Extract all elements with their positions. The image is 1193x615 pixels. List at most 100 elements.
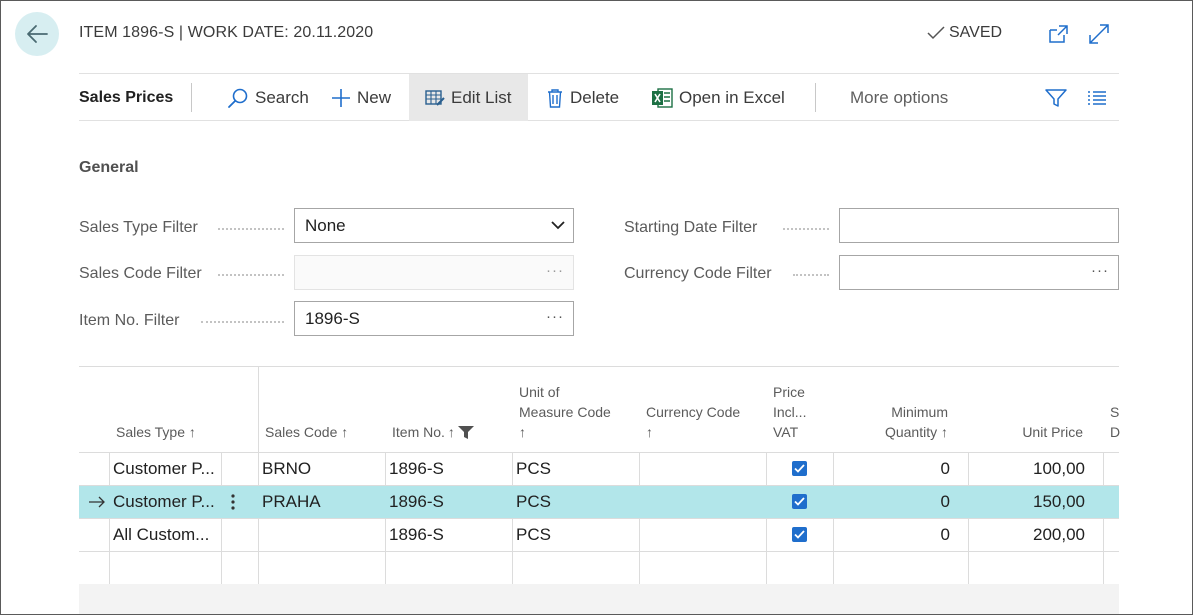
unit-price-cell[interactable]: 200,00	[974, 519, 1085, 551]
currency-code-filter-label: Currency Code Filter	[624, 265, 772, 282]
price-incl-vat-checkbox[interactable]	[792, 527, 807, 542]
expand-icon	[1089, 24, 1109, 44]
sales-prices-grid: Sales Type ↑ Sales Code ↑ Item No. ↑ Uni…	[79, 366, 1120, 614]
table-row-empty[interactable]	[79, 551, 1119, 584]
row-indicator-arrow-icon	[88, 486, 108, 518]
unit-price-cell[interactable]: 100,00	[974, 453, 1085, 485]
column-header-label: Price	[773, 384, 805, 400]
checkmark-icon	[927, 26, 945, 40]
sales-code-cell[interactable]	[262, 519, 382, 551]
table-row[interactable]: All Custom... 1896-S PCS 0 200,00	[79, 518, 1119, 551]
separator	[191, 83, 192, 112]
starting-date-filter-field[interactable]	[839, 208, 1119, 243]
item-no-cell[interactable]: 1896-S	[389, 453, 509, 485]
list-view-button[interactable]	[1087, 74, 1107, 121]
row-menu-button[interactable]	[230, 486, 250, 518]
item-no-cell[interactable]: 1896-S	[389, 519, 509, 551]
lookup-ellipsis-icon[interactable]: ···	[546, 262, 564, 279]
checkmark-icon	[794, 497, 805, 506]
column-header-label: Measure Code	[519, 404, 611, 420]
min-qty-cell[interactable]: 0	[839, 453, 950, 485]
sales-type-cell[interactable]: All Custom...	[113, 519, 219, 551]
currency-cell[interactable]	[643, 486, 763, 518]
sales-code-filter-field[interactable]: ···	[294, 255, 574, 290]
column-header-currency-code[interactable]: Currency Code ↑	[646, 402, 740, 442]
delete-button[interactable]: Delete	[546, 74, 619, 121]
column-header-label: Sales Code	[265, 424, 338, 440]
sales-code-cell[interactable]: BRNO	[262, 453, 382, 485]
expand-button[interactable]	[1086, 21, 1112, 47]
search-button[interactable]: Search	[227, 74, 309, 121]
lookup-ellipsis-icon[interactable]: ···	[546, 308, 564, 325]
currency-code-filter-field[interactable]: ···	[839, 255, 1119, 290]
currency-cell[interactable]	[643, 519, 763, 551]
leader-dots	[201, 321, 284, 323]
sales-type-cell[interactable]: Customer P...	[113, 486, 219, 518]
column-header-label: D	[1110, 424, 1121, 440]
currency-cell[interactable]	[643, 453, 763, 485]
item-no-filter-field[interactable]: 1896-S ···	[294, 301, 574, 336]
excel-icon	[652, 87, 673, 108]
lookup-ellipsis-icon[interactable]: ···	[1091, 262, 1109, 279]
leader-dots	[218, 228, 284, 230]
min-qty-cell[interactable]: 0	[839, 519, 950, 551]
leader-dots	[783, 228, 829, 230]
unit-price-cell[interactable]: 150,00	[974, 486, 1085, 518]
back-button[interactable]	[15, 12, 59, 56]
sales-type-filter-select[interactable]: None	[294, 208, 574, 243]
checkmark-icon	[794, 464, 805, 473]
edit-list-button[interactable]: Edit List	[409, 74, 528, 121]
price-incl-vat-checkbox[interactable]	[792, 461, 807, 476]
vertical-ellipsis-icon	[231, 494, 235, 510]
item-no-filter-value: 1896-S	[305, 308, 360, 328]
sort-arrow-up-icon: ↑	[447, 424, 455, 440]
page-frame: ITEM 1896-S | WORK DATE: 20.11.2020 SAVE…	[0, 0, 1193, 615]
starting-date-filter-label: Starting Date Filter	[624, 219, 758, 236]
column-header-truncated[interactable]: S D	[1110, 402, 1120, 442]
sort-arrow-up-icon: ↑	[341, 424, 349, 440]
table-row[interactable]: Customer P... BRNO 1896-S PCS 0 100,00	[79, 452, 1119, 485]
item-no-cell[interactable]: 1896-S	[389, 486, 509, 518]
sort-arrow-up-icon: ↑	[519, 424, 526, 440]
column-header-price-incl-vat[interactable]: Price Incl... VAT	[773, 382, 806, 442]
sales-code-cell[interactable]: PRAHA	[262, 486, 382, 518]
column-header-label: VAT	[773, 424, 799, 440]
leader-dots	[793, 274, 829, 276]
uom-cell[interactable]: PCS	[516, 453, 636, 485]
column-header-minimum-quantity[interactable]: Minimum Quantity ↑	[840, 402, 948, 442]
column-header-sales-type[interactable]: Sales Type ↑	[116, 422, 196, 442]
list-icon	[1088, 90, 1106, 105]
page-label: Sales Prices	[79, 88, 174, 106]
saved-status: SAVED	[927, 24, 1002, 42]
sales-code-filter-label: Sales Code Filter	[79, 265, 202, 282]
column-header-label: S	[1110, 404, 1120, 420]
column-header-unit-of-measure-code[interactable]: Unit of Measure Code ↑	[519, 382, 611, 442]
column-header-unit-price[interactable]: Unit Price	[975, 422, 1083, 442]
edit-list-label: Edit List	[451, 87, 512, 107]
uom-cell[interactable]: PCS	[516, 486, 636, 518]
trash-icon	[548, 88, 562, 108]
column-header-label: Currency Code	[646, 404, 741, 420]
open-in-excel-button[interactable]: Open in Excel	[652, 74, 785, 121]
uom-cell[interactable]: PCS	[516, 519, 636, 551]
filter-button[interactable]	[1045, 74, 1067, 121]
open-new-window-button[interactable]	[1045, 21, 1071, 47]
table-row-selected[interactable]: Customer P... PRAHA 1896-S PCS 0 150,00	[79, 485, 1119, 518]
column-header-sales-code[interactable]: Sales Code ↑	[265, 422, 348, 442]
column-header-label: Minimum	[891, 404, 948, 420]
column-header-label: Unit of	[519, 384, 560, 400]
plus-icon	[332, 88, 350, 107]
min-qty-cell[interactable]: 0	[839, 486, 950, 518]
chevron-down-icon	[551, 221, 565, 230]
edit-list-icon	[425, 89, 445, 106]
column-header-item-no[interactable]: Item No. ↑	[392, 422, 474, 442]
sales-type-cell[interactable]: Customer P...	[113, 453, 219, 485]
search-label: Search	[255, 87, 309, 107]
sales-type-filter-label: Sales Type Filter	[79, 219, 198, 236]
more-options-button[interactable]: More options	[850, 74, 948, 121]
new-button[interactable]: New	[331, 74, 391, 121]
new-label: New	[357, 87, 392, 107]
item-no-filter-label: Item No. Filter	[79, 312, 180, 329]
price-incl-vat-checkbox[interactable]	[792, 494, 807, 509]
filter-icon	[1045, 88, 1067, 107]
